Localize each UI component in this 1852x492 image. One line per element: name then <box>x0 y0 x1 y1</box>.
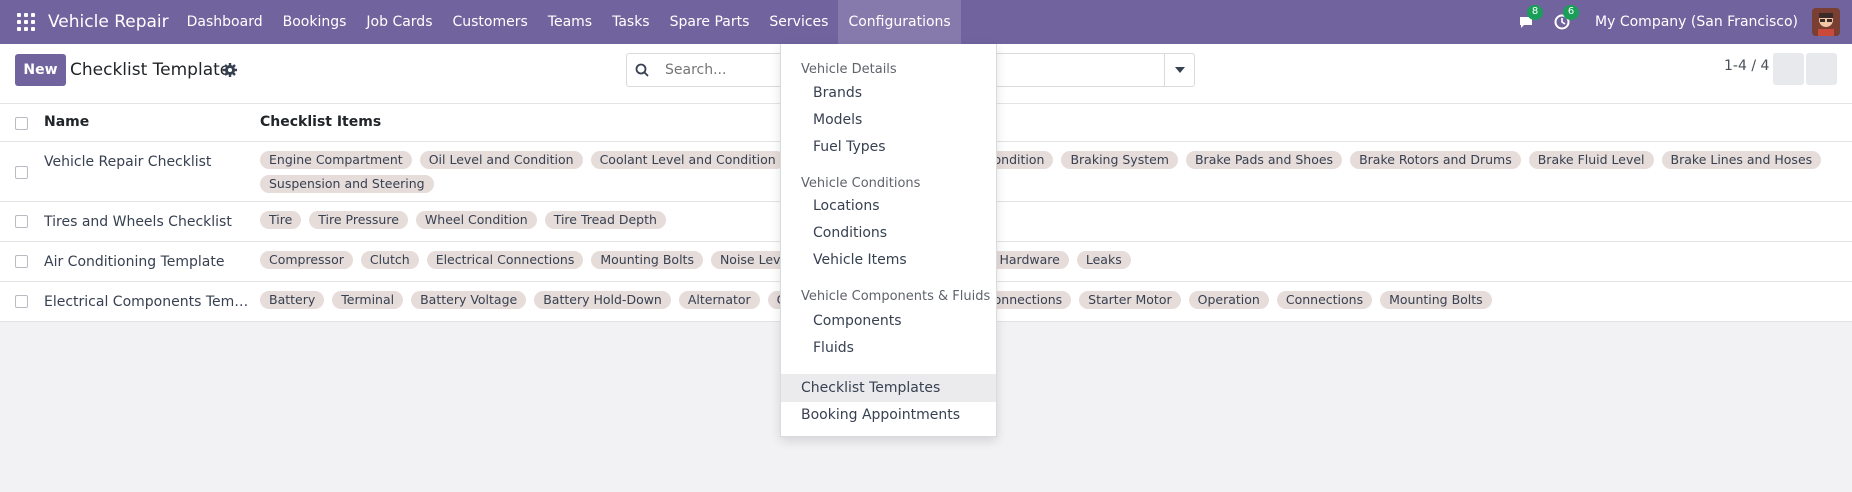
menu-job-cards[interactable]: Job Cards <box>356 0 442 44</box>
company-switcher[interactable]: My Company (San Francisco) <box>1595 14 1798 30</box>
menu-dashboard[interactable]: Dashboard <box>177 0 273 44</box>
checklist-item-tag: Compressor <box>260 251 353 269</box>
menu-item-fuel-types[interactable]: Fuel Types <box>813 139 886 155</box>
checklist-item-tag: Tire <box>260 211 302 229</box>
row-checkbox[interactable] <box>15 295 28 308</box>
record-name[interactable]: Vehicle Repair Checklist <box>44 154 250 170</box>
checklist-item-tag: Battery Voltage <box>411 291 527 309</box>
checklist-item-tag: Clutch <box>360 251 419 269</box>
checklist-item-tag: Starter Motor <box>1079 291 1181 309</box>
checklist-item-tag: Brake Rotors and Drums <box>1350 151 1521 169</box>
checklist-item-tag: Leaks <box>1076 251 1131 269</box>
checklist-items-tags: Battery Terminal Battery Voltage Battery Ho… <box>260 291 1840 309</box>
pager-next-button[interactable] <box>1806 53 1837 85</box>
new-button[interactable]: New <box>15 54 66 86</box>
systray: 8 6 My Company (San Francisco) <box>1515 0 1852 44</box>
column-header-checklist-items[interactable]: Checklist Items <box>260 114 381 130</box>
pager-previous-button[interactable] <box>1773 53 1804 85</box>
app-menu-icon[interactable] <box>14 10 38 34</box>
checklist-item-tag: Battery Hold-Down <box>534 291 671 309</box>
menu-item-fluids[interactable]: Fluids <box>813 340 854 356</box>
caret-down-icon <box>1174 67 1185 73</box>
section-vehicle-conditions: Vehicle Conditions <box>801 176 921 191</box>
checklist-item-tag: Brake Fluid Level <box>1528 151 1654 169</box>
menu-item-checklist-templates[interactable]: Checklist Templates <box>781 374 996 402</box>
row-checkbox[interactable] <box>15 166 28 179</box>
checklist-item-tag: Oil Level and Condition <box>419 151 583 169</box>
checklist-item-tag: Terminal <box>332 291 404 309</box>
app-brand[interactable]: Vehicle Repair <box>48 12 169 32</box>
checklist-item-tag: Suspension and Steering <box>260 175 434 193</box>
menu-teams[interactable]: Teams <box>538 0 602 44</box>
checklist-item-tag: Tire Pressure <box>309 211 408 229</box>
menu-tasks[interactable]: Tasks <box>602 0 660 44</box>
menu-item-brands[interactable]: Brands <box>813 85 862 101</box>
page-title: Checklist Template <box>70 60 231 80</box>
messages-button[interactable]: 8 <box>1515 5 1544 33</box>
gear-icon[interactable] <box>222 62 238 78</box>
top-navbar: Vehicle Repair Dashboard Bookings Job Ca… <box>0 0 1852 44</box>
checklist-item-tag: Alternator <box>678 291 760 309</box>
activities-button[interactable]: 6 <box>1551 5 1580 33</box>
menu-configurations[interactable]: Configurations <box>838 0 961 44</box>
user-avatar[interactable] <box>1812 8 1840 36</box>
menu-item-conditions[interactable]: Conditions <box>813 225 887 241</box>
checklist-items-tags: Tire Tire Pressure Wheel Condition Tire Tre… <box>260 211 1840 229</box>
checklist-item-tag: Brake Lines and Hoses <box>1661 151 1822 169</box>
record-name[interactable]: Air Conditioning Template <box>44 254 250 270</box>
column-header-name[interactable]: Name <box>44 114 89 130</box>
checklist-item-tag: Operation <box>1188 291 1269 309</box>
messages-badge: 8 <box>1527 5 1544 20</box>
checklist-item-tag: Mounting Bolts <box>1380 291 1492 309</box>
row-checkbox[interactable] <box>15 255 28 268</box>
checklist-item-tag: Mounting Bolts <box>591 251 703 269</box>
menu-item-components[interactable]: Components <box>813 313 902 329</box>
checklist-item-tag: Battery <box>260 291 325 309</box>
menu-spare-parts[interactable]: Spare Parts <box>660 0 760 44</box>
configurations-dropdown: Vehicle Details Brands Models Fuel Types… <box>780 44 997 437</box>
menu-item-locations[interactable]: Locations <box>813 198 880 214</box>
checklist-item-tag: Braking System <box>1061 151 1178 169</box>
record-name[interactable]: Tires and Wheels Checklist <box>44 214 250 230</box>
menu-item-vehicle-items[interactable]: Vehicle Items <box>813 252 907 268</box>
main-menu: Dashboard Bookings Job Cards Customers T… <box>177 0 961 44</box>
row-checkbox[interactable] <box>15 215 28 228</box>
menu-services[interactable]: Services <box>759 0 838 44</box>
section-vehicle-components-fluids: Vehicle Components & Fluids <box>801 289 991 304</box>
checklist-item-tag: Tire Tread Depth <box>544 211 666 229</box>
checklist-item-tag: Coolant Level and Condition <box>590 151 785 169</box>
checklist-items-tags: Compressor Clutch Electrical Connections Mo… <box>260 251 1840 269</box>
menu-bookings[interactable]: Bookings <box>273 0 357 44</box>
record-name[interactable]: Electrical Components Template <box>44 294 250 310</box>
select-all-checkbox[interactable] <box>15 117 28 130</box>
checklist-items-tags: Engine Compartment Oil Level and Conditio… <box>260 151 1840 193</box>
checklist-item-tag: Wheel Condition <box>415 211 537 229</box>
menu-item-booking-appointments[interactable]: Booking Appointments <box>781 401 996 429</box>
menu-item-models[interactable]: Models <box>813 112 862 128</box>
pager-value[interactable]: 1-4 / 4 <box>1724 58 1769 74</box>
checklist-item-tag: Connections <box>1276 291 1373 309</box>
activities-badge: 6 <box>1563 5 1580 20</box>
checklist-item-tag: Engine Compartment <box>260 151 412 169</box>
checklist-item-tag: Brake Pads and Shoes <box>1185 151 1343 169</box>
search-icon <box>627 54 657 86</box>
section-vehicle-details: Vehicle Details <box>801 62 897 77</box>
menu-customers[interactable]: Customers <box>442 0 537 44</box>
search-options-toggle[interactable] <box>1164 54 1194 86</box>
checklist-item-tag: Electrical Connections <box>426 251 584 269</box>
avatar-icon <box>1812 8 1840 36</box>
